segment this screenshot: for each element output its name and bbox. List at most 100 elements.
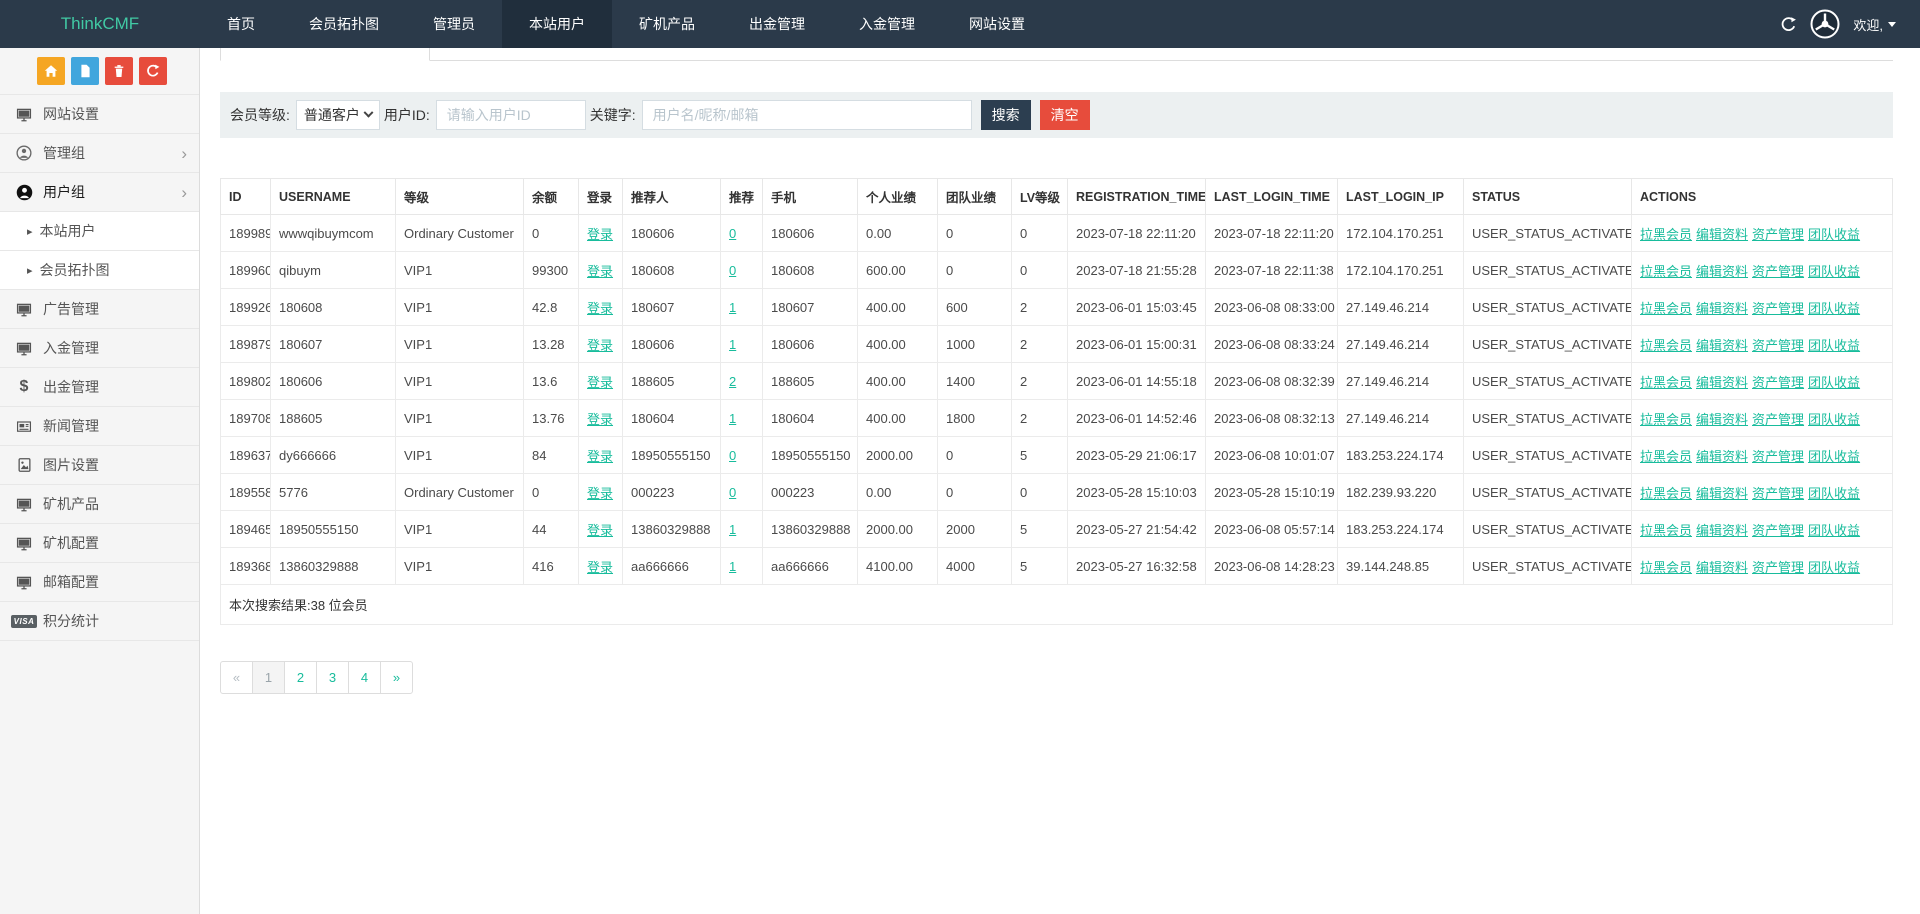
blacklist-link[interactable]: 拉黑会员 [1640,338,1692,353]
login-link[interactable]: 登录 [587,375,613,390]
page-4[interactable]: 4 [348,661,381,694]
clear-button[interactable]: 清空 [1040,100,1090,130]
page-prev[interactable]: « [220,661,253,694]
edit-profile-link[interactable]: 编辑资料 [1696,560,1748,575]
brand-logo[interactable]: ThinkCMF [0,0,200,48]
login-link[interactable]: 登录 [587,301,613,316]
sidebar-item-8[interactable]: 新闻管理 [0,407,199,446]
login-link[interactable]: 登录 [587,486,613,501]
edit-profile-link[interactable]: 编辑资料 [1696,227,1748,242]
edit-profile-link[interactable]: 编辑资料 [1696,449,1748,464]
page-3[interactable]: 3 [316,661,349,694]
welcome-menu[interactable]: 欢迎, [1853,15,1896,34]
avatar[interactable] [1810,9,1840,39]
team-income-link[interactable]: 团队收益 [1808,264,1860,279]
sidebar-item-1[interactable]: 管理组› [0,134,199,173]
asset-manage-link[interactable]: 资产管理 [1752,523,1804,538]
nav-item-3[interactable]: 本站用户 [502,0,612,48]
referral-count-link[interactable]: 0 [729,226,736,241]
sidebar-item-0[interactable]: 网站设置 [0,95,199,134]
login-link[interactable]: 登录 [587,227,613,242]
team-income-link[interactable]: 团队收益 [1808,449,1860,464]
blacklist-link[interactable]: 拉黑会员 [1640,375,1692,390]
nav-item-0[interactable]: 首页 [200,0,282,48]
asset-manage-link[interactable]: 资产管理 [1752,486,1804,501]
team-income-link[interactable]: 团队收益 [1808,412,1860,427]
keyword-input[interactable] [642,100,972,130]
login-link[interactable]: 登录 [587,264,613,279]
recycle-button[interactable] [139,57,167,85]
team-income-link[interactable]: 团队收益 [1808,227,1860,242]
file-button[interactable] [71,57,99,85]
sidebar-item-12[interactable]: 邮箱配置 [0,563,199,602]
login-link[interactable]: 登录 [587,449,613,464]
page-2[interactable]: 2 [284,661,317,694]
sidebar-item-3[interactable]: ▸本站用户 [0,212,199,251]
blacklist-link[interactable]: 拉黑会员 [1640,449,1692,464]
team-income-link[interactable]: 团队收益 [1808,301,1860,316]
nav-item-1[interactable]: 会员拓扑图 [282,0,406,48]
login-link[interactable]: 登录 [587,338,613,353]
edit-profile-link[interactable]: 编辑资料 [1696,264,1748,279]
blacklist-link[interactable]: 拉黑会员 [1640,301,1692,316]
asset-manage-link[interactable]: 资产管理 [1752,301,1804,316]
referral-count-link[interactable]: 0 [729,448,736,463]
team-income-link[interactable]: 团队收益 [1808,338,1860,353]
sidebar-item-4[interactable]: ▸会员拓扑图 [0,251,199,290]
search-button[interactable]: 搜索 [981,100,1031,130]
edit-profile-link[interactable]: 编辑资料 [1696,301,1748,316]
blacklist-link[interactable]: 拉黑会员 [1640,560,1692,575]
sidebar-item-7[interactable]: $出金管理 [0,368,199,407]
sidebar-item-2[interactable]: 用户组› [0,173,199,212]
sidebar-item-9[interactable]: 图片设置 [0,446,199,485]
edit-profile-link[interactable]: 编辑资料 [1696,412,1748,427]
referral-count-link[interactable]: 2 [729,374,736,389]
asset-manage-link[interactable]: 资产管理 [1752,338,1804,353]
sidebar-item-10[interactable]: 矿机产品 [0,485,199,524]
referral-count-link[interactable]: 1 [729,522,736,537]
blacklist-link[interactable]: 拉黑会员 [1640,227,1692,242]
nav-item-4[interactable]: 矿机产品 [612,0,722,48]
team-income-link[interactable]: 团队收益 [1808,523,1860,538]
refresh-icon[interactable] [1780,16,1797,33]
team-income-link[interactable]: 团队收益 [1808,486,1860,501]
login-link[interactable]: 登录 [587,523,613,538]
referral-count-link[interactable]: 1 [729,337,736,352]
home-button[interactable] [37,57,65,85]
trash-button[interactable] [105,57,133,85]
blacklist-link[interactable]: 拉黑会员 [1640,264,1692,279]
userid-input[interactable] [436,100,586,130]
referral-count-link[interactable]: 0 [729,263,736,278]
sidebar-item-11[interactable]: 矿机配置 [0,524,199,563]
login-link[interactable]: 登录 [587,412,613,427]
referral-count-link[interactable]: 0 [729,485,736,500]
asset-manage-link[interactable]: 资产管理 [1752,227,1804,242]
asset-manage-link[interactable]: 资产管理 [1752,560,1804,575]
sidebar-item-13[interactable]: VISA积分统计 [0,602,199,641]
asset-manage-link[interactable]: 资产管理 [1752,449,1804,464]
nav-item-2[interactable]: 管理员 [406,0,502,48]
blacklist-link[interactable]: 拉黑会员 [1640,486,1692,501]
referral-count-link[interactable]: 1 [729,300,736,315]
edit-profile-link[interactable]: 编辑资料 [1696,523,1748,538]
sidebar-item-6[interactable]: 入金管理 [0,329,199,368]
nav-item-5[interactable]: 出金管理 [722,0,832,48]
team-income-link[interactable]: 团队收益 [1808,375,1860,390]
page-next[interactable]: » [380,661,413,694]
blacklist-link[interactable]: 拉黑会员 [1640,412,1692,427]
edit-profile-link[interactable]: 编辑资料 [1696,375,1748,390]
login-link[interactable]: 登录 [587,560,613,575]
nav-item-6[interactable]: 入金管理 [832,0,942,48]
asset-manage-link[interactable]: 资产管理 [1752,375,1804,390]
referral-count-link[interactable]: 1 [729,411,736,426]
team-income-link[interactable]: 团队收益 [1808,560,1860,575]
asset-manage-link[interactable]: 资产管理 [1752,264,1804,279]
member-level-select[interactable]: 普通客户 [296,100,380,130]
referral-count-link[interactable]: 1 [729,559,736,574]
asset-manage-link[interactable]: 资产管理 [1752,412,1804,427]
page-1[interactable]: 1 [252,661,285,694]
blacklist-link[interactable]: 拉黑会员 [1640,523,1692,538]
edit-profile-link[interactable]: 编辑资料 [1696,338,1748,353]
edit-profile-link[interactable]: 编辑资料 [1696,486,1748,501]
nav-item-7[interactable]: 网站设置 [942,0,1052,48]
